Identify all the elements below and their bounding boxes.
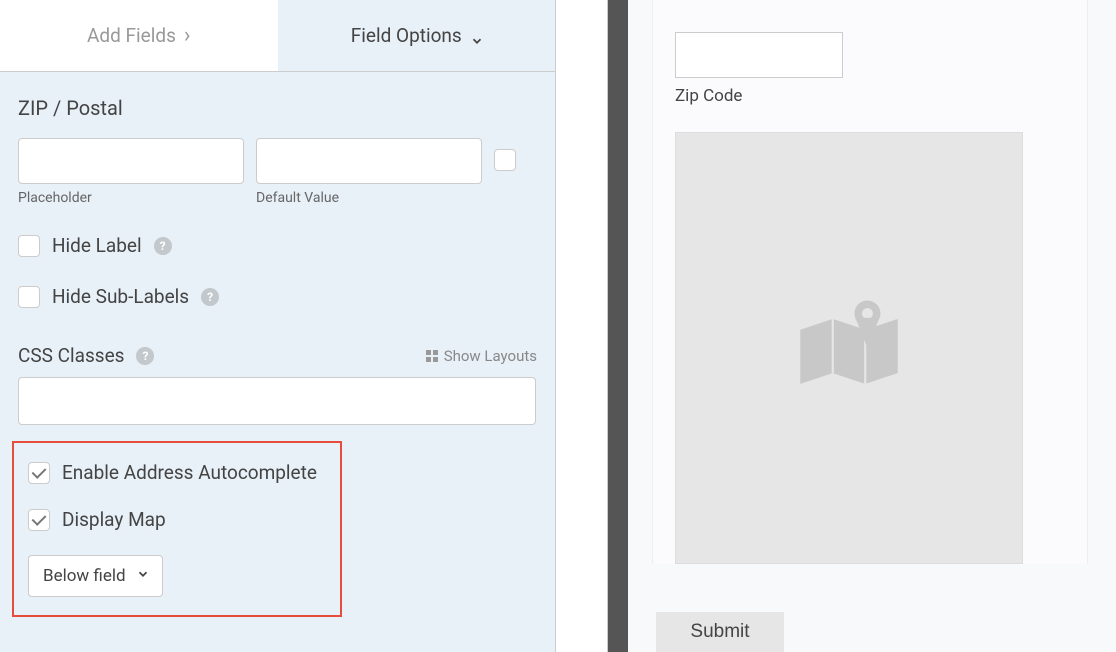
show-layouts-label: Show Layouts <box>444 347 537 365</box>
zip-code-field: Zip Code <box>675 32 1065 106</box>
placeholder-input[interactable] <box>18 138 244 184</box>
zip-toggle-checkbox[interactable] <box>494 149 516 171</box>
tab-add-fields-label: Add Fields <box>87 24 176 47</box>
default-value-input[interactable] <box>256 138 482 184</box>
placeholder-label: Placeholder <box>18 190 244 206</box>
autocomplete-highlight: Enable Address Autocomplete Display Map … <box>12 441 342 617</box>
help-icon[interactable]: ? <box>136 347 154 365</box>
enable-autocomplete-checkbox[interactable] <box>28 462 50 484</box>
hide-sublabels-text: Hide Sub-Labels <box>52 285 189 308</box>
submit-button[interactable]: Submit <box>656 612 784 652</box>
tab-field-options[interactable]: Field Options <box>278 0 556 71</box>
map-placeholder <box>675 132 1023 564</box>
zip-code-input[interactable] <box>675 32 843 78</box>
css-classes-row: CSS Classes ? Show Layouts <box>18 344 537 367</box>
field-options-sidebar: Add Fields Field Options ZIP / Postal Pl… <box>0 0 556 652</box>
map-position-select[interactable]: Below field <box>28 555 163 597</box>
css-classes-left: CSS Classes ? <box>18 344 154 367</box>
css-classes-label: CSS Classes <box>18 344 124 367</box>
help-icon[interactable]: ? <box>154 237 172 255</box>
submit-button-label: Submit <box>690 621 749 642</box>
css-classes-input[interactable] <box>18 377 536 425</box>
zip-postal-inputs: Placeholder Default Value <box>18 138 537 206</box>
sidebar-tabs: Add Fields Field Options <box>0 0 555 72</box>
preview-inner: Zip Code <box>652 0 1088 564</box>
enable-autocomplete-label: Enable Address Autocomplete <box>62 461 317 484</box>
display-map-row: Display Map <box>28 508 328 531</box>
chevron-down-icon <box>136 566 148 586</box>
hide-label-checkbox[interactable] <box>18 235 40 257</box>
form-preview: Zip Code Submit <box>628 0 1116 652</box>
help-icon[interactable]: ? <box>201 288 219 306</box>
tab-add-fields[interactable]: Add Fields <box>0 0 278 71</box>
hide-sublabels-row: Hide Sub-Labels ? <box>18 285 537 308</box>
display-map-label: Display Map <box>62 508 166 531</box>
default-value-label: Default Value <box>256 190 482 206</box>
chevron-down-icon <box>470 30 482 42</box>
hide-sublabels-checkbox[interactable] <box>18 286 40 308</box>
divider-dark <box>608 0 628 652</box>
tab-field-options-label: Field Options <box>351 24 462 47</box>
map-position-value: Below field <box>43 566 126 586</box>
enable-autocomplete-row: Enable Address Autocomplete <box>28 461 328 484</box>
zip-code-label: Zip Code <box>675 86 1065 106</box>
show-layouts-button[interactable]: Show Layouts <box>426 347 537 365</box>
chevron-right-icon <box>184 23 191 48</box>
map-pin-icon <box>784 281 914 415</box>
hide-label-text: Hide Label <box>52 234 142 257</box>
hide-label-row: Hide Label ? <box>18 234 537 257</box>
default-value-group: Default Value <box>256 138 482 206</box>
placeholder-group: Placeholder <box>18 138 244 206</box>
grid-icon <box>426 350 438 362</box>
zip-postal-title: ZIP / Postal <box>18 96 537 120</box>
display-map-checkbox[interactable] <box>28 509 50 531</box>
divider-light <box>556 0 608 652</box>
field-options-panel: ZIP / Postal Placeholder Default Value H… <box>0 72 555 635</box>
